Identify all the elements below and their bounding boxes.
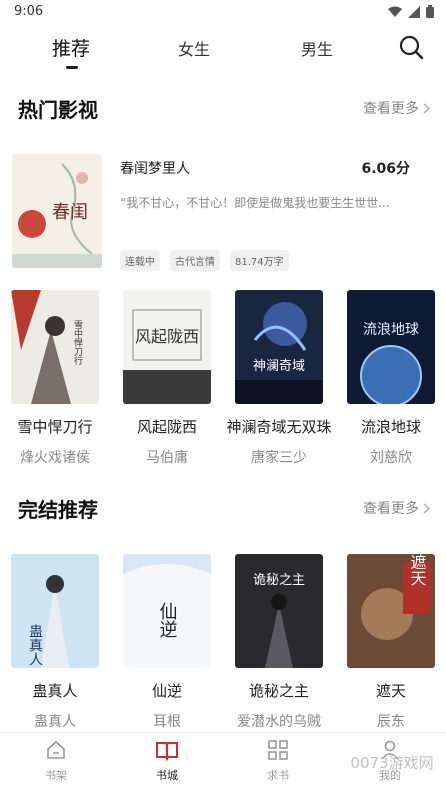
book-card[interactable]: 流浪地球 流浪地球 刘慈欣 <box>336 290 446 467</box>
featured-book-desc: “我不甘心，不甘心！即使是做鬼我也要生生世世... <box>120 196 390 210</box>
book-author: 刘慈欣 <box>370 450 412 466</box>
finished-more-label: 查看更多 <box>363 501 419 517</box>
nav-label: 求书 <box>267 769 289 782</box>
svg-text:雪中悍刀行: 雪中悍刀行 <box>72 320 83 366</box>
book-title: 遮天 <box>375 682 406 700</box>
svg-text:风起陇西: 风起陇西 <box>135 327 199 346</box>
status-time: 9:06 <box>14 4 44 19</box>
svg-text:0073游戏网: 0073游戏网 <box>350 754 433 772</box>
grid-icon <box>268 740 288 760</box>
svg-text:神澜奇域: 神澜奇域 <box>253 358 305 374</box>
bookstore-icon <box>156 742 178 761</box>
tab-recommend[interactable]: 推荐 <box>52 34 90 61</box>
search-icon[interactable] <box>398 34 424 60</box>
book-card[interactable]: 神澜奇域 神澜奇域无双珠 唐家三少 <box>224 290 334 467</box>
book-cover: 流浪地球 <box>347 290 435 404</box>
book-author: 耳根 <box>153 714 181 730</box>
book-card[interactable]: 遮天 遮天 辰东 <box>336 554 446 731</box>
book-author: 马伯庸 <box>146 450 188 466</box>
book-author: 爱潜水的乌贼 <box>237 714 321 730</box>
book-title: 蛊真人 <box>32 682 78 700</box>
book-title: 风起陇西 <box>136 418 197 436</box>
tab-female[interactable]: 女生 <box>178 36 210 60</box>
book-title: 神澜奇域无双珠 <box>226 418 332 436</box>
book-card[interactable]: 诡秘之主 诡秘之主 爱潜水的乌贼 <box>224 554 334 731</box>
book-author: 蛊真人 <box>34 714 76 730</box>
book-card[interactable]: 雪中悍刀行 雪中悍刀行 烽火戏诸侯 <box>0 290 110 467</box>
svg-text:蛊真人: 蛊真人 <box>27 624 43 666</box>
book-cover: 雪中悍刀行 <box>11 290 99 404</box>
bookstore-content[interactable]: 热门影视 查看更多 春闺 春闺梦里人 6.06分 “我不甘心，不甘心！即使是做鬼… <box>0 82 446 732</box>
finished-more-link[interactable]: 查看更多 <box>363 498 430 518</box>
svg-text:遮天: 遮天 <box>408 554 427 586</box>
featured-book-cover: 春闺 <box>12 154 102 268</box>
featured-book[interactable]: 春闺 春闺梦里人 6.06分 “我不甘心，不甘心！即使是做鬼我也要生生世世...… <box>12 154 434 271</box>
featured-cover-text: 春闺 <box>52 202 88 223</box>
book-title: 仙逆 <box>151 682 182 700</box>
top-tabs: 推荐 女生 男生 <box>0 26 446 82</box>
book-cover: 遮天 <box>347 554 435 668</box>
tag-genre: 古代言情 <box>170 250 220 271</box>
battery-icon <box>426 5 434 18</box>
finished-section-title: 完结推荐 <box>18 498 98 522</box>
status-icons <box>388 5 434 18</box>
book-author: 唐家三少 <box>251 450 307 466</box>
nav-request[interactable]: 求书 <box>248 739 308 783</box>
bookshelf-icon <box>47 740 65 759</box>
book-card[interactable]: 蛊真人 蛊真人 蛊真人 <box>0 554 110 731</box>
hot-section-title: 热门影视 <box>18 98 98 122</box>
book-card[interactable]: 风起陇西 风起陇西 马伯庸 <box>112 290 222 467</box>
nav-label: 书架 <box>45 769 67 782</box>
featured-book-title: 春闺梦里人 <box>120 161 190 177</box>
hot-more-label: 查看更多 <box>363 101 419 117</box>
site-watermark: 0073游戏网 <box>350 754 433 772</box>
tag-wordcount: 81.74万字 <box>230 250 289 271</box>
svg-text:流浪地球: 流浪地球 <box>363 322 419 338</box>
book-cover: 风起陇西 <box>123 290 211 404</box>
book-title: 流浪地球 <box>360 418 421 436</box>
book-cover: 诡秘之主 <box>235 554 323 668</box>
nav-bookshelf[interactable]: 书架 <box>26 739 86 783</box>
wifi-icon <box>388 6 402 17</box>
book-card[interactable]: 仙逆 仙逆 耳根 <box>112 554 222 731</box>
svg-text:诡秘之主: 诡秘之主 <box>253 573 305 588</box>
book-cover: 蛊真人 <box>11 554 99 668</box>
chevron-right-icon <box>423 102 430 114</box>
book-cover: 仙逆 <box>123 554 211 668</box>
signal-icon <box>408 5 420 18</box>
tag-status: 连载中 <box>120 250 160 271</box>
book-cover: 神澜奇域 <box>235 290 323 404</box>
nav-label: 书城 <box>156 769 178 782</box>
svg-text:仙逆: 仙逆 <box>157 602 178 638</box>
hot-more-link[interactable]: 查看更多 <box>363 98 430 118</box>
chevron-right-icon <box>423 502 430 514</box>
status-bar: 9:06 <box>0 0 446 26</box>
book-author: 烽火戏诸侯 <box>20 450 90 466</box>
book-title: 诡秘之主 <box>248 682 309 700</box>
book-title: 雪中悍刀行 <box>17 418 93 436</box>
tab-indicator <box>66 66 78 69</box>
nav-bookstore[interactable]: 书城 <box>137 739 197 783</box>
book-author: 辰东 <box>377 714 405 730</box>
featured-book-score: 6.06分 <box>361 161 410 177</box>
tab-male[interactable]: 男生 <box>301 36 333 60</box>
featured-book-tags: 连载中 古代言情 81.74万字 <box>120 250 289 271</box>
